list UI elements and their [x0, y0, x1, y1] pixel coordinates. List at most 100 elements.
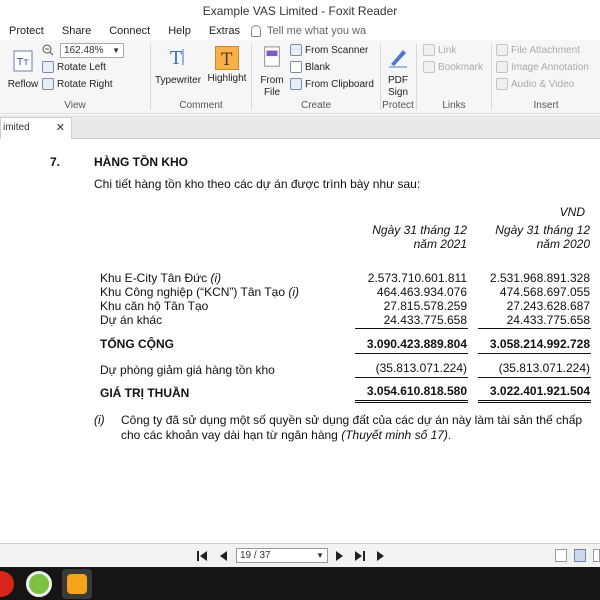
- link-icon: [423, 44, 435, 56]
- net-double-rule: [355, 400, 468, 401]
- net-double-rule: [478, 402, 591, 403]
- note-marker: (i): [94, 413, 105, 427]
- insert-group-label: Insert: [533, 100, 559, 111]
- table-cell-2021: 464.463.934.076: [376, 285, 467, 299]
- reflow-button[interactable]: Tт Reflow: [6, 50, 40, 91]
- page-navigation-bar: 19 / 37 ▼: [0, 543, 600, 567]
- provision-rule: [355, 377, 468, 378]
- comment-group: T Typewriter T Highlight Comment: [151, 40, 251, 114]
- pdf-sign-button[interactable]: PDF Sign: [383, 46, 413, 99]
- pdf-sign-label-2: Sign: [387, 87, 408, 98]
- net-label: GIÁ TRỊ THUẦN: [100, 386, 190, 400]
- page-number-value: 19 / 37: [240, 550, 271, 561]
- zoom-out-button[interactable]: [42, 44, 54, 56]
- column-header-2021-line2: năm 2021: [413, 237, 467, 251]
- typewriter-button[interactable]: T Typewriter: [153, 46, 203, 87]
- taskbar: [0, 567, 600, 600]
- create-group: From File From Scanner Blank From Clipbo…: [252, 40, 380, 114]
- rotate-right-button[interactable]: Rotate Right: [42, 78, 113, 90]
- svg-text:T: T: [170, 48, 182, 68]
- audio-video-button[interactable]: Audio & Video: [496, 78, 574, 90]
- play-icon[interactable]: [376, 550, 386, 562]
- from-scanner-button[interactable]: From Scanner: [290, 44, 368, 56]
- view-group: Tт Reflow 162.48% ▼ Rotate Left Rotate R…: [0, 40, 150, 114]
- menu-share[interactable]: Share: [53, 25, 100, 37]
- provision-2020: (35.813.071.224): [498, 361, 590, 375]
- net-2020: 3.022.401.921.504: [489, 384, 590, 398]
- protect-group: PDF Sign Protect: [381, 40, 415, 114]
- table-cell-2020: 24.433.775.658: [506, 313, 590, 327]
- clipboard-icon: [290, 78, 302, 90]
- highlight-button[interactable]: T Highlight: [205, 46, 249, 85]
- file-attachment-button[interactable]: File Attachment: [496, 44, 580, 56]
- app-icon[interactable]: [0, 571, 14, 597]
- facing-view-icon[interactable]: [593, 549, 600, 562]
- table-cell-2021: 24.433.775.658: [383, 313, 467, 327]
- bookmark-button[interactable]: Bookmark: [423, 61, 483, 73]
- total-rule: [478, 353, 591, 354]
- image-annotation-label: Image Annotation: [511, 61, 589, 73]
- reflow-icon: Tт: [13, 50, 33, 72]
- typewriter-icon: T: [170, 48, 184, 69]
- paperclip-icon: [496, 44, 508, 56]
- rotate-left-button[interactable]: Rotate Left: [42, 61, 106, 73]
- net-double-rule: [355, 402, 468, 403]
- zoom-value: 162.48%: [64, 45, 104, 56]
- document-tab[interactable]: imited ✕: [0, 117, 72, 139]
- from-scanner-label: From Scanner: [305, 44, 369, 56]
- table-row-label: Khu Công nghiệp (“KCN”) Tân Tạo (i): [100, 285, 299, 299]
- column-header-2020-line2: năm 2020: [536, 237, 590, 251]
- image-annotation-button[interactable]: Image Annotation: [496, 61, 589, 73]
- file-attachment-label: File Attachment: [511, 44, 580, 56]
- highlight-icon: T: [215, 46, 239, 70]
- close-icon[interactable]: ✕: [56, 118, 65, 138]
- typewriter-label: Typewriter: [154, 75, 202, 86]
- ribbon: Tт Reflow 162.48% ▼ Rotate Left Rotate R…: [0, 40, 600, 114]
- first-page-icon[interactable]: [196, 550, 208, 562]
- link-button[interactable]: Link: [423, 44, 456, 56]
- intro-text: Chi tiết hàng tồn kho theo các dự án đượ…: [94, 177, 421, 191]
- column-header-2021-line1: Ngày 31 tháng 12: [372, 223, 467, 237]
- browser-icon[interactable]: [26, 571, 52, 597]
- table-row-label: Khu E-City Tân Đức (i): [100, 271, 222, 285]
- next-page-icon[interactable]: [335, 550, 345, 562]
- pen-sign-icon: [389, 50, 407, 68]
- column-header-2020-line1: Ngày 31 tháng 12: [495, 223, 590, 237]
- blank-label: Blank: [305, 61, 331, 73]
- chevron-down-icon: ▼: [112, 46, 120, 55]
- provision-label: Dự phòng giảm giá hàng tồn kho: [100, 363, 275, 377]
- net-2021: 3.054.610.818.580: [366, 384, 467, 398]
- single-page-view-icon[interactable]: [555, 549, 567, 562]
- bookmark-icon: [423, 61, 435, 73]
- subtotal-rule: [478, 328, 591, 329]
- menu-connect[interactable]: Connect: [100, 25, 159, 37]
- from-clipboard-button[interactable]: From Clipboard: [290, 78, 374, 90]
- total-2020: 3.058.214.992.728: [489, 337, 590, 351]
- rotate-right-label: Rotate Right: [57, 78, 113, 90]
- subtotal-rule: [355, 328, 468, 329]
- section-number: 7.: [50, 155, 61, 169]
- zoom-out-icon: [42, 44, 54, 56]
- zoom-select[interactable]: 162.48% ▼: [60, 43, 124, 58]
- previous-page-icon[interactable]: [218, 550, 228, 562]
- document-page: 7. HÀNG TỒN KHO Chi tiết hàng tồn kho th…: [0, 139, 600, 543]
- foxit-reader-taskbar-button[interactable]: [62, 569, 92, 599]
- tell-me-search[interactable]: Tell me what you wa: [251, 25, 366, 37]
- blank-button[interactable]: Blank: [290, 61, 330, 73]
- menu-extras[interactable]: Extras: [200, 25, 249, 37]
- total-rule: [355, 353, 468, 354]
- last-page-icon[interactable]: [354, 550, 366, 562]
- table-cell-2021: 2.573.710.601.811: [367, 271, 467, 285]
- from-file-button[interactable]: From File: [256, 46, 288, 99]
- svg-text:Tт: Tт: [16, 57, 29, 68]
- column-header-2021: Ngày 31 tháng 12 năm 2021: [357, 223, 467, 251]
- rotate-left-label: Rotate Left: [57, 61, 106, 73]
- table-row-label: Khu căn hộ Tân Tạo: [100, 299, 209, 313]
- audio-video-label: Audio & Video: [511, 78, 575, 90]
- continuous-view-icon[interactable]: [574, 549, 586, 562]
- page-number-select[interactable]: 19 / 37 ▼: [236, 548, 328, 563]
- from-file-label-2: File: [263, 87, 281, 98]
- menu-help[interactable]: Help: [159, 25, 200, 37]
- comment-group-label: Comment: [179, 100, 223, 111]
- menu-protect[interactable]: Protect: [0, 25, 53, 37]
